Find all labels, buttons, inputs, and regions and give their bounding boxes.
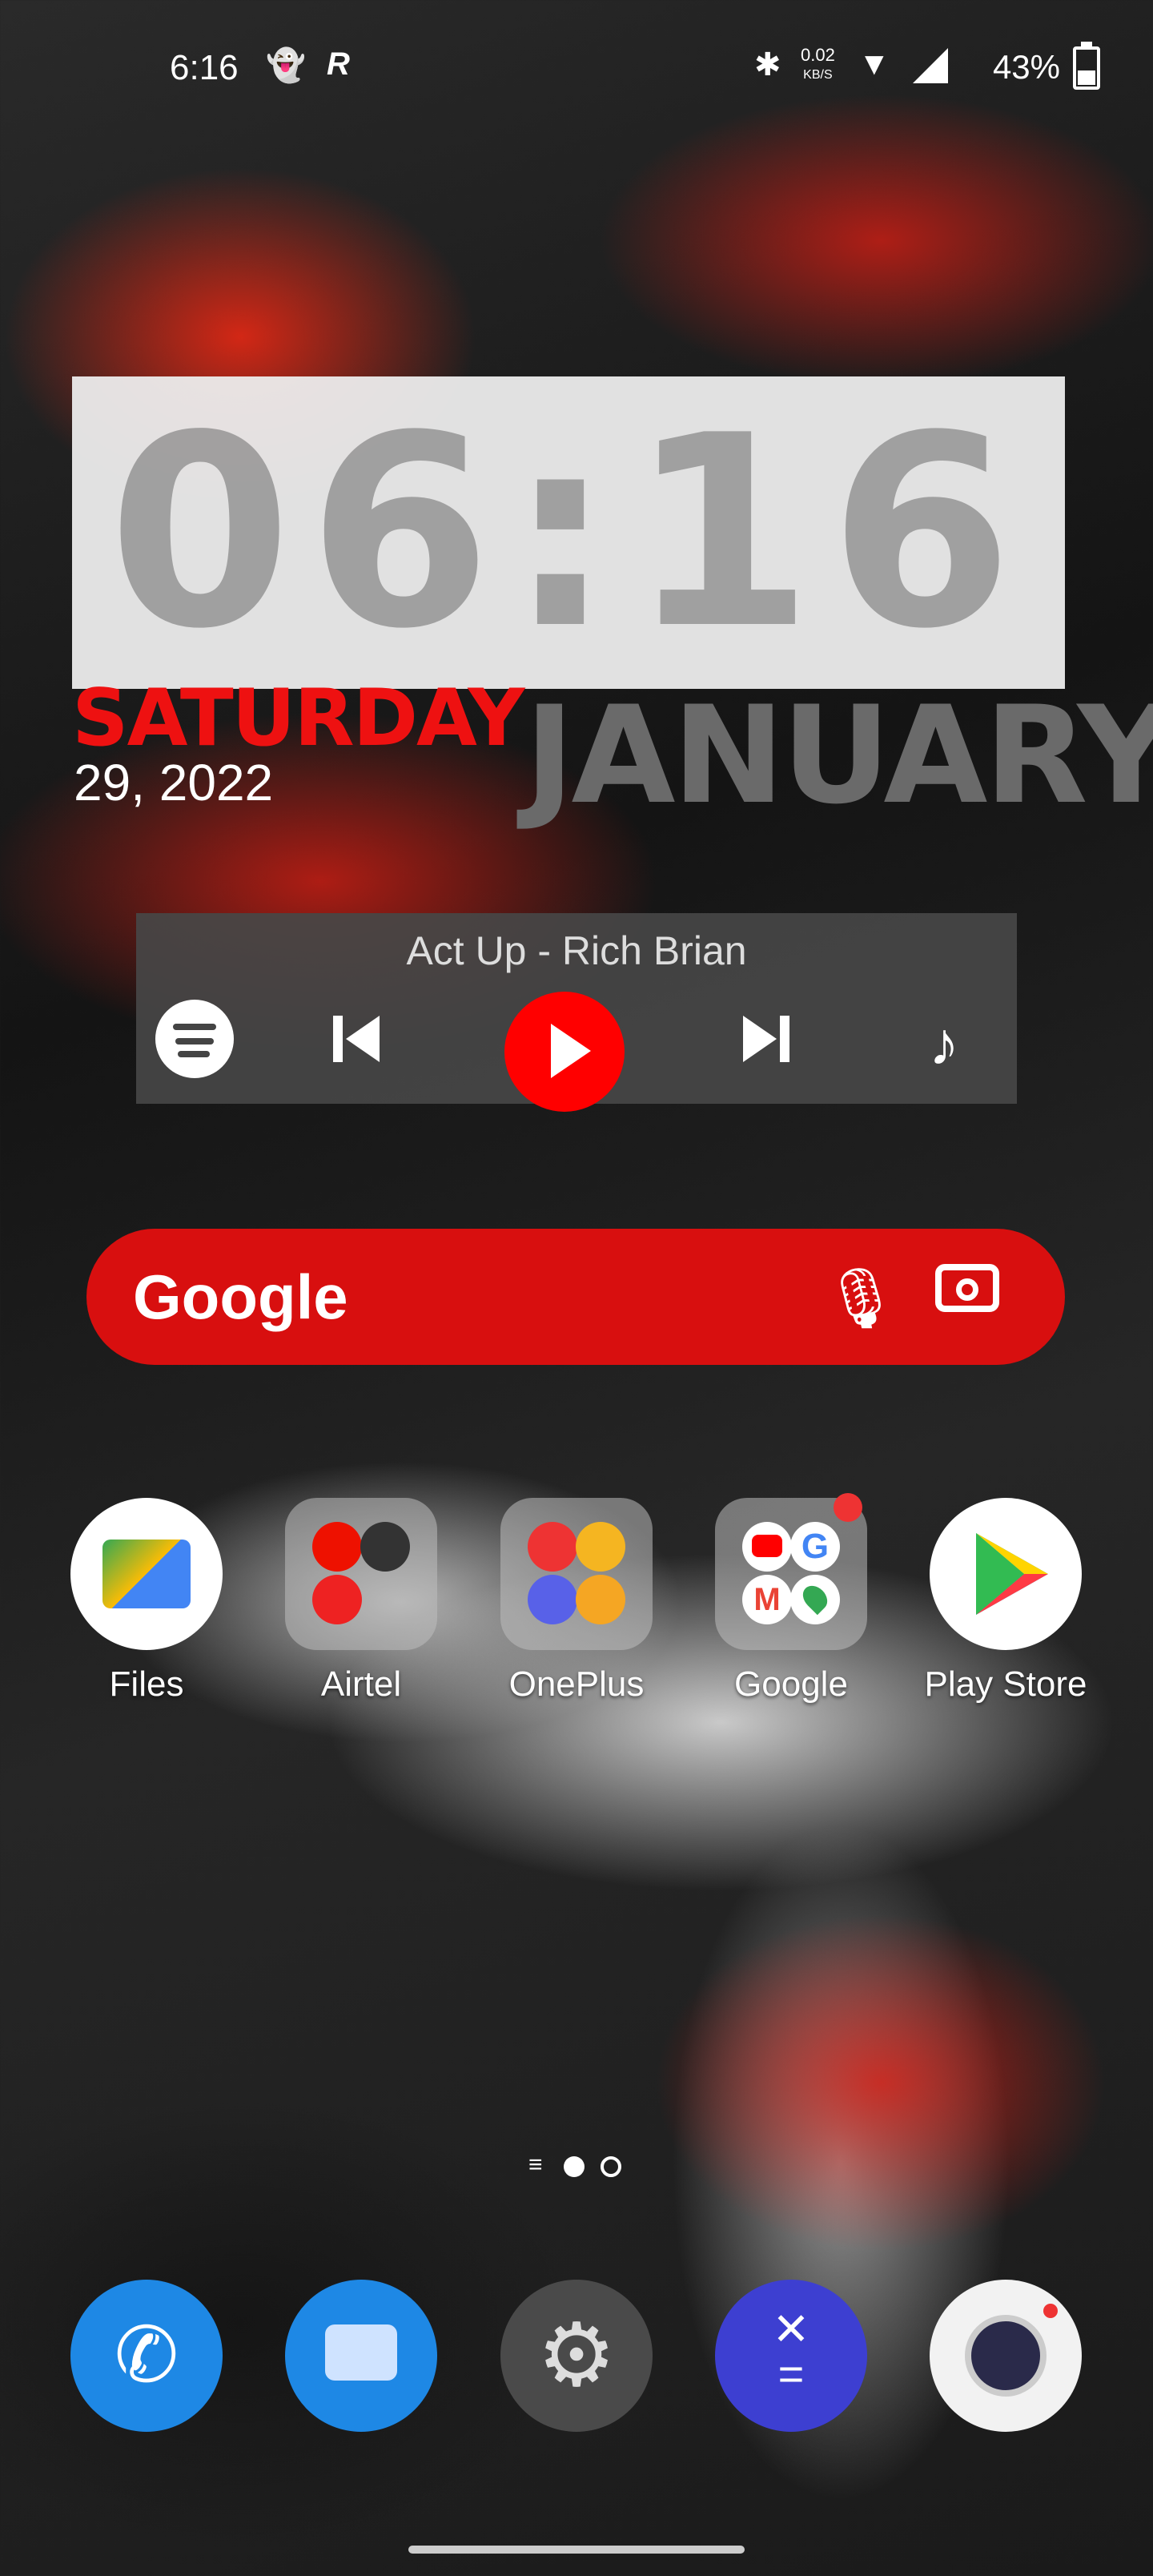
status-time: 6:16 [170, 48, 239, 87]
file-manager-icon [576, 1522, 625, 1572]
dock-phone[interactable]: ✆ [42, 2280, 251, 2432]
folder-oneplus[interactable]: OnePlus [472, 1498, 681, 1705]
app-label-play-store: Play Store [924, 1664, 1087, 1704]
snapchat-icon: 👻 [266, 48, 306, 83]
previous-track-button[interactable] [328, 1011, 384, 1071]
network-speed-unit: KB/S [803, 68, 833, 82]
music-note-icon[interactable]: ♪ [929, 1009, 959, 1079]
clock-date: 29, 2022 [74, 754, 274, 811]
clock-time[interactable]: 06:16 [72, 376, 1065, 689]
battery-percent: 43% [992, 48, 1060, 86]
app-label-airtel: Airtel [320, 1664, 402, 1704]
page-dot [601, 2156, 621, 2177]
network-speed-value: 0.02 [801, 45, 835, 65]
clock-day: SATURDAY [72, 673, 524, 764]
messages-icon [285, 2280, 437, 2432]
maps-icon [790, 1575, 840, 1624]
phone-icon: ✆ [70, 2280, 223, 2432]
google-logo: Google [133, 1262, 348, 1332]
r-app-icon: R [327, 46, 350, 82]
dock-settings[interactable]: ⚙ [472, 2280, 681, 2432]
wynk-icon [312, 1575, 362, 1624]
camera-icon [930, 2280, 1082, 2432]
song-title: Act Up - Rich Brian [406, 928, 747, 973]
dock-camera[interactable] [902, 2280, 1110, 2432]
signal-icon [913, 48, 948, 83]
play-store-icon [930, 1498, 1082, 1650]
oneplus-store-icon [528, 1522, 577, 1572]
google-folder-icon: G M [715, 1493, 867, 1650]
play-button[interactable] [504, 992, 625, 1112]
bluetooth-icon: ✱ [754, 47, 781, 83]
clock-month: JANUARY [524, 677, 1153, 834]
gesture-bar[interactable] [408, 2546, 745, 2554]
gmail-icon: M [742, 1575, 792, 1624]
folder-airtel[interactable]: Airtel [257, 1498, 465, 1705]
status-bar: 6:16 👻 R ✱ 0.02 KB/S ▼ 43% [0, 42, 1153, 93]
weather-icon [528, 1575, 577, 1624]
airtel-icon [312, 1522, 362, 1572]
next-track-button[interactable] [738, 1011, 794, 1071]
list-menu-icon: ≡ [528, 2151, 543, 2178]
app-label-files: Files [109, 1664, 184, 1704]
settings-icon: ⚙ [500, 2280, 653, 2432]
airtel-folder-icon [285, 1498, 437, 1650]
google-search-bar[interactable]: Google 🎙 [86, 1229, 1065, 1365]
spotify-icon[interactable] [155, 1000, 234, 1078]
page-dot-active [564, 2156, 585, 2177]
network-speed: 0.02 KB/S [801, 46, 835, 84]
battery-icon [1073, 42, 1100, 90]
mic-icon[interactable]: 🎙 [823, 1264, 898, 1334]
calculator-icon: ✕ = [715, 2280, 867, 2432]
wifi-icon: ▼ [858, 46, 890, 82]
youtube-icon [742, 1522, 792, 1572]
app-files[interactable]: Files [42, 1498, 251, 1705]
music-widget[interactable]: Act Up - Rich Brian ♪ [136, 913, 1017, 1112]
notes-icon [576, 1575, 625, 1624]
app-label-google: Google [734, 1664, 848, 1704]
files-icon [70, 1498, 223, 1650]
google-app-icon: G [790, 1522, 840, 1572]
lens-camera-icon[interactable] [935, 1264, 999, 1312]
app-label-oneplus: OnePlus [508, 1664, 645, 1704]
dock-messages[interactable] [257, 2280, 465, 2432]
folder-google[interactable]: G M Google [687, 1493, 895, 1705]
notification-dot [834, 1493, 862, 1522]
oneplus-folder-icon [500, 1498, 653, 1650]
dock-calculator[interactable]: ✕ = [687, 2280, 895, 2432]
xstream-icon [360, 1522, 410, 1572]
app-play-store[interactable]: Play Store [902, 1498, 1110, 1705]
